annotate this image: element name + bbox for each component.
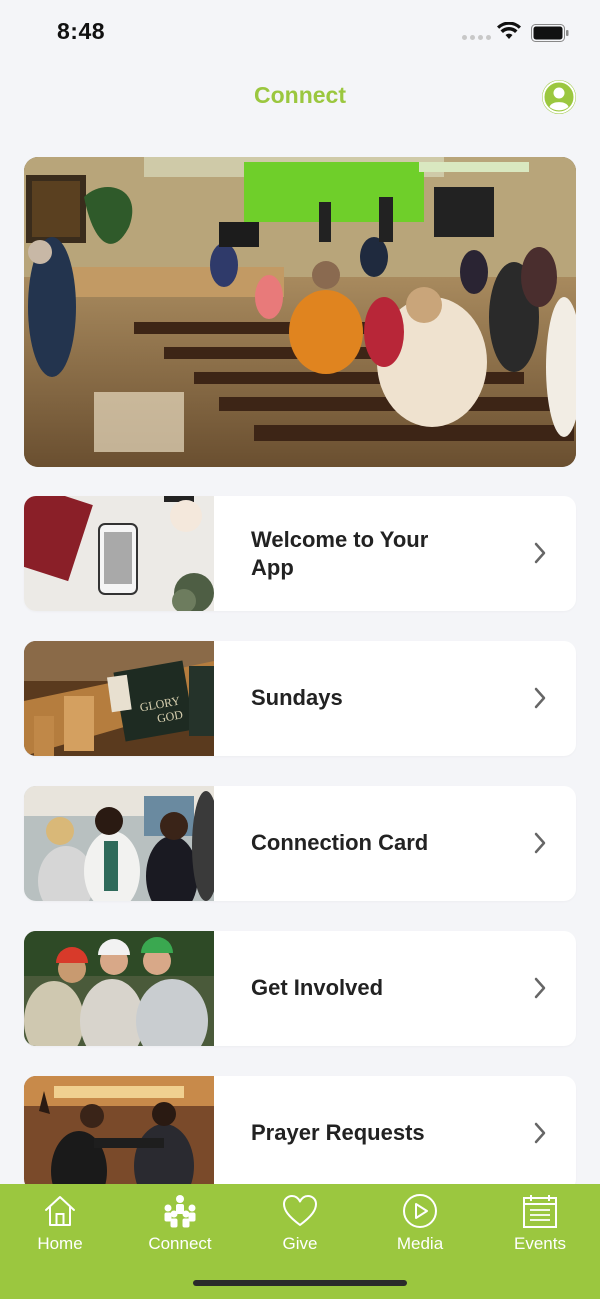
list-item-sundays[interactable]: GLORY GOD Sundays bbox=[24, 641, 576, 756]
battery-icon bbox=[531, 24, 569, 42]
volunteers-image bbox=[24, 931, 214, 1046]
hero-image[interactable] bbox=[24, 157, 576, 467]
phone-on-desk-image bbox=[24, 496, 214, 611]
tab-give[interactable]: Give bbox=[240, 1184, 360, 1264]
heart-icon bbox=[283, 1195, 317, 1226]
chevron-right-icon bbox=[534, 977, 546, 999]
church-worship-photo bbox=[24, 157, 576, 467]
list-item-label: Connection Card bbox=[251, 830, 429, 855]
tab-label: Home bbox=[37, 1234, 83, 1253]
church-pew-image: GLORY GOD bbox=[24, 641, 214, 756]
wifi-icon bbox=[497, 22, 521, 39]
chevron-right-icon bbox=[534, 832, 546, 854]
tab-media[interactable]: Media bbox=[360, 1184, 480, 1264]
people-praying-image bbox=[24, 1076, 214, 1191]
list-item-label: Prayer Requests bbox=[251, 1120, 425, 1145]
status-bar: 8:48 bbox=[0, 0, 600, 66]
home-indicator[interactable] bbox=[193, 1280, 407, 1286]
tab-label: Media bbox=[396, 1234, 444, 1253]
chevron-right-icon bbox=[534, 687, 546, 709]
status-time: 8:48 bbox=[57, 18, 106, 44]
tab-home[interactable]: Home bbox=[0, 1184, 120, 1264]
profile-icon[interactable] bbox=[542, 80, 576, 114]
people-chatting-image bbox=[24, 786, 214, 901]
tab-label: Events bbox=[514, 1234, 566, 1253]
list-item-connection-card[interactable]: Connection Card bbox=[24, 786, 576, 901]
list-item-prayer-requests[interactable]: Prayer Requests bbox=[24, 1076, 576, 1191]
tab-events[interactable]: Events bbox=[480, 1184, 600, 1264]
tab-label: Connect bbox=[148, 1234, 212, 1253]
tab-label: Give bbox=[282, 1234, 318, 1253]
list-item-get-involved[interactable]: Get Involved bbox=[24, 931, 576, 1046]
tab-connect[interactable]: Connect bbox=[120, 1184, 240, 1264]
list-item-label: Get Involved bbox=[251, 975, 384, 1000]
list-item-welcome[interactable]: Welcome to Your App bbox=[24, 496, 576, 611]
calendar-icon bbox=[523, 1195, 557, 1228]
list-item-label: Sundays bbox=[251, 685, 343, 710]
chevron-right-icon bbox=[534, 542, 546, 564]
home-icon bbox=[45, 1196, 75, 1226]
nav-header: Connect bbox=[0, 66, 600, 126]
page-title: Connect bbox=[254, 82, 346, 108]
chevron-right-icon bbox=[534, 1122, 546, 1144]
list-item-label: Welcome to Your App bbox=[251, 527, 429, 580]
people-icon bbox=[164, 1195, 196, 1228]
play-circle-icon bbox=[403, 1194, 437, 1228]
cellular-signal-icon bbox=[462, 35, 491, 40]
